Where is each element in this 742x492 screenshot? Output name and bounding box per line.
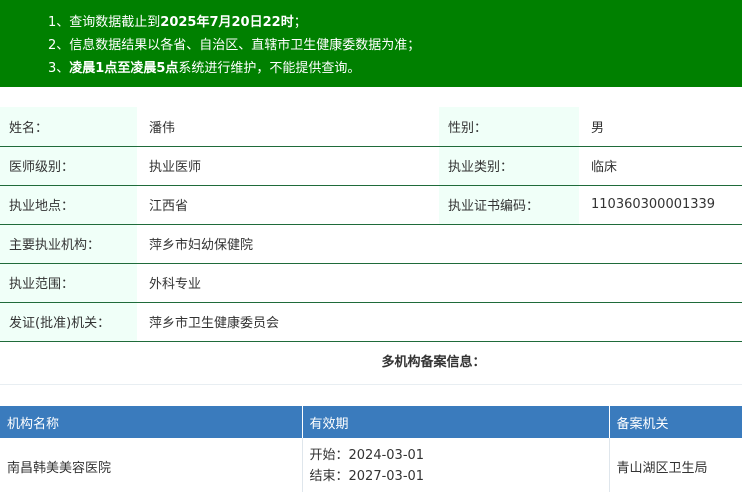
notice-line-3: 3、凌晨1点至凌晨5点系统进行维护，不能提供查询。: [48, 61, 361, 76]
record-validity: 开始：2024-03-01 结束：2027-03-01: [302, 438, 610, 492]
cert-label: 执业证书编码：: [439, 185, 579, 225]
doctor-info-table: 姓名： 潘伟 性别： 男 医师级别： 执业医师 执业类别： 临床 执业地点： 江…: [0, 107, 742, 341]
header-validity: 有效期: [302, 406, 610, 438]
multi-institution-table: 机构名称 有效期 备案机关 南昌韩美美容医院 开始：2024-03-01 结束：…: [0, 406, 742, 492]
notice-deadline: 2025年7月20日22时: [160, 15, 294, 30]
record-start-date: 开始：2024-03-01: [309, 448, 425, 463]
name-label: 姓名：: [0, 107, 137, 147]
info-row-location: 执业地点： 江西省 执业证书编码： 110360300001339: [0, 185, 742, 225]
info-row-name: 姓名： 潘伟 性别： 男: [0, 107, 742, 147]
notice-line-2: 2、信息数据结果以各省、自治区、直辖市卫生健康委数据为准；: [48, 38, 421, 53]
cert-value: 110360300001339: [579, 185, 742, 225]
issuer-label: 发证(批准)机关：: [0, 302, 137, 341]
gender-label: 性别：: [439, 107, 579, 147]
level-label: 医师级别：: [0, 146, 137, 186]
scope-label: 执业范围：: [0, 263, 137, 303]
record-authority: 青山湖区卫生局: [616, 460, 708, 476]
institution-label: 主要执业机构：: [0, 224, 137, 264]
issuer-value: 萍乡市卫生健康委员会: [149, 316, 280, 332]
record-institution-name: 南昌韩美美容医院: [0, 438, 303, 492]
notice-banner: 1、查询数据截止到2025年7月20日22时； 2、信息数据结果以各省、自治区、…: [0, 0, 742, 87]
location-value: 江西省: [137, 185, 439, 225]
name-value: 潘伟: [137, 107, 439, 147]
institution-value: 萍乡市妇幼保健院: [137, 224, 742, 264]
gender-value: 男: [579, 107, 742, 147]
level-value: 执业医师: [137, 146, 439, 186]
scope-value: 外科专业: [137, 263, 742, 303]
info-row-institution: 主要执业机构： 萍乡市妇幼保健院: [0, 224, 742, 264]
table-row: 南昌韩美美容医院 开始：2024-03-01 结束：2027-03-01 青山湖…: [0, 438, 742, 492]
info-row-issuer: 发证(批准)机关： 萍乡市卫生健康委员会: [0, 302, 742, 341]
info-row-scope: 执业范围： 外科专业: [0, 263, 742, 303]
multi-institution-title: 多机构备案信息：: [0, 341, 742, 385]
category-label: 执业类别：: [439, 146, 579, 186]
header-authority: 备案机关: [609, 406, 742, 438]
info-row-level: 医师级别： 执业医师 执业类别： 临床: [0, 146, 742, 186]
header-institution-name: 机构名称: [0, 406, 303, 438]
notice-line-1: 1、查询数据截止到2025年7月20日22时；: [48, 15, 307, 30]
notice-maintenance-time: 凌晨1点至凌晨5点: [69, 61, 179, 76]
records-header-row: 机构名称 有效期 备案机关: [0, 406, 742, 438]
location-label: 执业地点：: [0, 185, 137, 225]
record-end-date: 结束：2027-03-01: [309, 469, 425, 484]
category-value: 临床: [579, 146, 742, 186]
